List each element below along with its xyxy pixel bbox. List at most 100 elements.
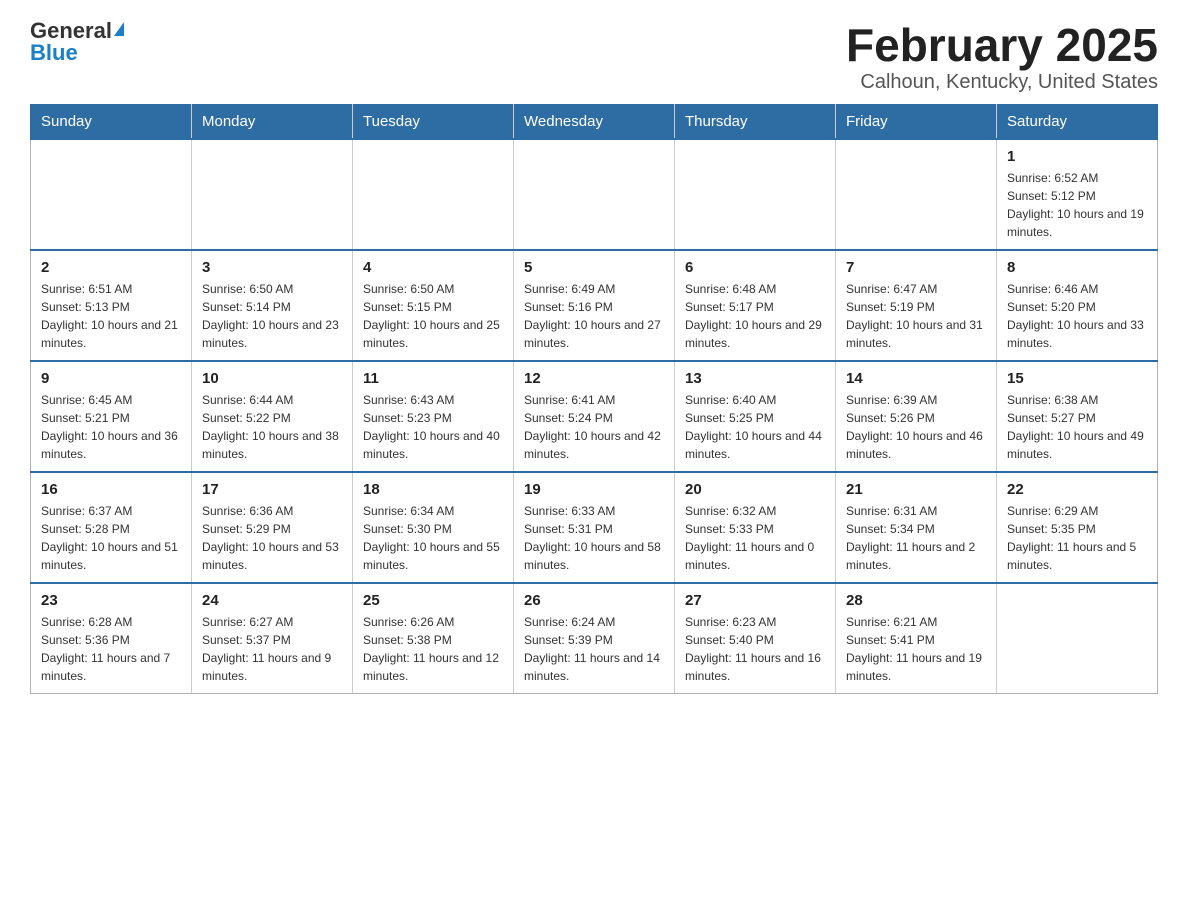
calendar-table: SundayMondayTuesdayWednesdayThursdayFrid… [30, 104, 1158, 694]
day-info: Sunrise: 6:46 AMSunset: 5:20 PMDaylight:… [1007, 280, 1147, 352]
day-info: Sunrise: 6:26 AMSunset: 5:38 PMDaylight:… [363, 613, 503, 685]
day-info: Sunrise: 6:27 AMSunset: 5:37 PMDaylight:… [202, 613, 342, 685]
day-number: 17 [202, 481, 342, 498]
day-number: 27 [685, 592, 825, 609]
day-info: Sunrise: 6:43 AMSunset: 5:23 PMDaylight:… [363, 391, 503, 463]
calendar-day-cell: 7Sunrise: 6:47 AMSunset: 5:19 PMDaylight… [836, 250, 997, 361]
logo-general-text: General [30, 20, 112, 42]
day-number: 11 [363, 370, 503, 387]
day-info: Sunrise: 6:47 AMSunset: 5:19 PMDaylight:… [846, 280, 986, 352]
day-info: Sunrise: 6:40 AMSunset: 5:25 PMDaylight:… [685, 391, 825, 463]
day-number: 14 [846, 370, 986, 387]
day-info: Sunrise: 6:23 AMSunset: 5:40 PMDaylight:… [685, 613, 825, 685]
day-number: 26 [524, 592, 664, 609]
day-number: 15 [1007, 370, 1147, 387]
day-info: Sunrise: 6:51 AMSunset: 5:13 PMDaylight:… [41, 280, 181, 352]
location-title: Calhoun, Kentucky, United States [846, 71, 1158, 94]
day-number: 16 [41, 481, 181, 498]
day-number: 10 [202, 370, 342, 387]
calendar-day-cell: 21 Sunrise: 6:31 AMSunset: 5:34 PMDayligh… [836, 472, 997, 583]
day-info: Sunrise: 6:37 AMSunset: 5:28 PMDaylight:… [41, 502, 181, 574]
day-number: 23 [41, 592, 181, 609]
calendar-day-cell: 17 Sunrise: 6:36 AMSunset: 5:29 PMDayligh… [192, 472, 353, 583]
day-info: Sunrise: 6:36 AMSunset: 5:29 PMDaylight:… [202, 502, 342, 574]
calendar-day-cell: 27 Sunrise: 6:23 AMSunset: 5:40 PMDayligh… [675, 583, 836, 694]
calendar-week-row: 23 Sunrise: 6:28 AMSunset: 5:36 PMDayligh… [31, 583, 1158, 694]
calendar-day-cell: 26 Sunrise: 6:24 AMSunset: 5:39 PMDayligh… [514, 583, 675, 694]
day-number: 25 [363, 592, 503, 609]
day-number: 18 [363, 481, 503, 498]
day-info: Sunrise: 6:41 AMSunset: 5:24 PMDaylight:… [524, 391, 664, 463]
calendar-day-cell: 4 Sunrise: 6:50 AMSunset: 5:15 PMDaylight… [353, 250, 514, 361]
day-info: Sunrise: 6:44 AMSunset: 5:22 PMDaylight:… [202, 391, 342, 463]
day-info: Sunrise: 6:28 AMSunset: 5:36 PMDaylight:… [41, 613, 181, 685]
calendar-day-cell: 10 Sunrise: 6:44 AMSunset: 5:22 PMDayligh… [192, 361, 353, 472]
logo-blue-text: Blue [30, 42, 78, 64]
calendar-day-cell: 6 Sunrise: 6:48 AMSunset: 5:17 PMDaylight… [675, 250, 836, 361]
calendar-day-cell: 22 Sunrise: 6:29 AMSunset: 5:35 PMDayligh… [997, 472, 1158, 583]
calendar-day-cell: 8 Sunrise: 6:46 AMSunset: 5:20 PMDaylight… [997, 250, 1158, 361]
page-header: General Blue February 2025 Calhoun, Kent… [30, 20, 1158, 94]
day-number: 5 [524, 259, 664, 276]
calendar-day-cell: 23 Sunrise: 6:28 AMSunset: 5:36 PMDayligh… [31, 583, 192, 694]
day-number: 4 [363, 259, 503, 276]
month-title: February 2025 [846, 20, 1158, 71]
day-info: Sunrise: 6:50 AMSunset: 5:14 PMDaylight:… [202, 280, 342, 352]
day-number: 6 [685, 259, 825, 276]
day-info: Sunrise: 6:31 AMSunset: 5:34 PMDaylight:… [846, 502, 986, 574]
calendar-day-cell: 3Sunrise: 6:50 AMSunset: 5:14 PMDaylight… [192, 250, 353, 361]
day-number: 19 [524, 481, 664, 498]
calendar-header-friday: Friday [836, 104, 997, 139]
logo: General Blue [30, 20, 124, 64]
day-info: Sunrise: 6:39 AMSunset: 5:26 PMDaylight:… [846, 391, 986, 463]
calendar-day-cell: 5 Sunrise: 6:49 AMSunset: 5:16 PMDaylight… [514, 250, 675, 361]
day-info: Sunrise: 6:38 AMSunset: 5:27 PMDaylight:… [1007, 391, 1147, 463]
calendar-day-cell: 2Sunrise: 6:51 AMSunset: 5:13 PMDaylight… [31, 250, 192, 361]
calendar-day-cell: 11 Sunrise: 6:43 AMSunset: 5:23 PMDayligh… [353, 361, 514, 472]
calendar-day-cell [353, 139, 514, 250]
day-number: 21 [846, 481, 986, 498]
day-number: 8 [1007, 259, 1147, 276]
day-info: Sunrise: 6:33 AMSunset: 5:31 PMDaylight:… [524, 502, 664, 574]
day-number: 1 [1007, 148, 1147, 165]
calendar-week-row: 2Sunrise: 6:51 AMSunset: 5:13 PMDaylight… [31, 250, 1158, 361]
day-number: 24 [202, 592, 342, 609]
calendar-day-cell [997, 583, 1158, 694]
day-info: Sunrise: 6:45 AMSunset: 5:21 PMDaylight:… [41, 391, 181, 463]
day-info: Sunrise: 6:34 AMSunset: 5:30 PMDaylight:… [363, 502, 503, 574]
day-info: Sunrise: 6:49 AMSunset: 5:16 PMDaylight:… [524, 280, 664, 352]
calendar-day-cell: 28 Sunrise: 6:21 AMSunset: 5:41 PMDayligh… [836, 583, 997, 694]
calendar-week-row: 9 Sunrise: 6:45 AMSunset: 5:21 PMDaylight… [31, 361, 1158, 472]
calendar-header-wednesday: Wednesday [514, 104, 675, 139]
calendar-day-cell: 20 Sunrise: 6:32 AMSunset: 5:33 PMDayligh… [675, 472, 836, 583]
day-number: 12 [524, 370, 664, 387]
calendar-day-cell: 15 Sunrise: 6:38 AMSunset: 5:27 PMDayligh… [997, 361, 1158, 472]
day-info: Sunrise: 6:48 AMSunset: 5:17 PMDaylight:… [685, 280, 825, 352]
day-number: 28 [846, 592, 986, 609]
calendar-day-cell: 19 Sunrise: 6:33 AMSunset: 5:31 PMDayligh… [514, 472, 675, 583]
calendar-day-cell: 14 Sunrise: 6:39 AMSunset: 5:26 PMDayligh… [836, 361, 997, 472]
day-number: 22 [1007, 481, 1147, 498]
day-number: 20 [685, 481, 825, 498]
day-info: Sunrise: 6:21 AMSunset: 5:41 PMDaylight:… [846, 613, 986, 685]
day-number: 13 [685, 370, 825, 387]
calendar-day-cell [836, 139, 997, 250]
logo-triangle-icon [114, 22, 124, 36]
calendar-day-cell: 18 Sunrise: 6:34 AMSunset: 5:30 PMDayligh… [353, 472, 514, 583]
day-info: Sunrise: 6:29 AMSunset: 5:35 PMDaylight:… [1007, 502, 1147, 574]
calendar-header-tuesday: Tuesday [353, 104, 514, 139]
calendar-header-row: SundayMondayTuesdayWednesdayThursdayFrid… [31, 104, 1158, 139]
day-info: Sunrise: 6:24 AMSunset: 5:39 PMDaylight:… [524, 613, 664, 685]
day-info: Sunrise: 6:32 AMSunset: 5:33 PMDaylight:… [685, 502, 825, 574]
day-number: 9 [41, 370, 181, 387]
calendar-header-thursday: Thursday [675, 104, 836, 139]
calendar-day-cell: 9 Sunrise: 6:45 AMSunset: 5:21 PMDaylight… [31, 361, 192, 472]
calendar-day-cell: 24 Sunrise: 6:27 AMSunset: 5:37 PMDayligh… [192, 583, 353, 694]
calendar-week-row: 16 Sunrise: 6:37 AMSunset: 5:28 PMDayligh… [31, 472, 1158, 583]
calendar-day-cell: 1 Sunrise: 6:52 AMSunset: 5:12 PMDaylight… [997, 139, 1158, 250]
calendar-day-cell: 16 Sunrise: 6:37 AMSunset: 5:28 PMDayligh… [31, 472, 192, 583]
calendar-day-cell: 25 Sunrise: 6:26 AMSunset: 5:38 PMDayligh… [353, 583, 514, 694]
calendar-header-saturday: Saturday [997, 104, 1158, 139]
day-info: Sunrise: 6:52 AMSunset: 5:12 PMDaylight:… [1007, 169, 1147, 241]
day-info: Sunrise: 6:50 AMSunset: 5:15 PMDaylight:… [363, 280, 503, 352]
